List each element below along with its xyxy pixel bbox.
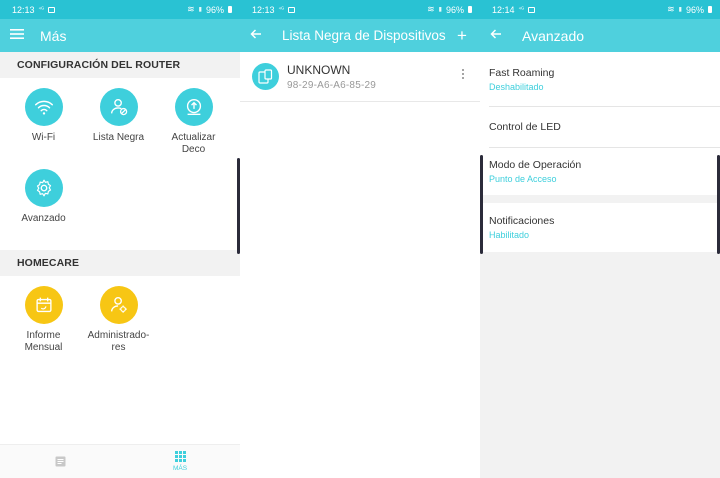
wifi-signal-icon: ≋ (667, 4, 675, 14)
update-deco-label: Actualizar Deco (171, 132, 216, 155)
device-name: UNKNOWN (287, 63, 351, 77)
setting-value: Deshabilitado (489, 81, 544, 92)
device-icon (252, 63, 279, 90)
settings-list: Fast Roaming Deshabilitado Control de LE… (480, 52, 720, 478)
status-bar: 12:13 ⁴ᴳ ≋ ▮ 96% (240, 0, 480, 19)
wifi-label: Wi-Fi (31, 132, 56, 143)
page-title: Avanzado (522, 27, 585, 44)
setting-value: Habilitado (489, 230, 530, 240)
nav-more[interactable]: MÁS (120, 445, 240, 478)
list-item[interactable]: UNKNOWN 98-29-A6-A6-85-29 (240, 52, 480, 102)
nav-more-label: MÁS (172, 465, 188, 472)
app-bar: Avanzado (480, 19, 720, 52)
section-router-config-header: CONFIGURACIÓN DEL ROUTER (0, 52, 240, 78)
signal-icon: ▮ (438, 7, 442, 13)
blacklist-label: Lista Negra (92, 132, 145, 143)
battery-icon (468, 6, 472, 13)
battery-percent: 96% (445, 4, 464, 15)
administrators-label: Administrado-res (87, 330, 150, 353)
setting-title: Notificaciones (489, 215, 555, 227)
image-notification-icon (528, 6, 536, 13)
blacklist-button[interactable]: Lista Negra (81, 88, 156, 165)
update-deco-button[interactable]: Actualizar Deco (156, 88, 231, 165)
calendar-report-icon (24, 286, 63, 324)
homecare-grid: Informe Mensual Administrado-res (0, 276, 240, 376)
gear-icon (24, 169, 63, 207)
app-bar: Lista Negra de Dispositivos + (240, 19, 480, 52)
status-bar: 12:14 ⁴ᴳ ≋ ▮ 96% (480, 0, 720, 19)
setting-title: Fast Roaming (489, 66, 555, 79)
status-bar: 12:13 ⁴ᴳ ≋ ▮ 96% (0, 0, 240, 19)
setting-value: Punto de Acceso (489, 174, 557, 184)
battery-icon (708, 6, 712, 13)
advanced-label: Avanzado (21, 213, 66, 224)
grid-icon (174, 451, 186, 462)
wifi-signal-icon: ≋ (187, 4, 195, 14)
panel-advanced: 12:14 ⁴ᴳ ≋ ▮ 96% Avanzado Fast Roaming D… (480, 0, 720, 478)
user-block-icon (99, 88, 138, 126)
user-admin-icon (99, 286, 138, 324)
administrators-button[interactable]: Administrado-res (81, 286, 156, 376)
battery-icon (228, 6, 232, 13)
setting-title: Modo de Operación (489, 159, 582, 171)
status-time: 12:14 (492, 4, 515, 15)
wifi-signal-icon: ≋ (427, 4, 435, 14)
menu-icon[interactable] (10, 28, 32, 43)
page-title: Más (40, 27, 67, 44)
nav-overview[interactable] (0, 445, 120, 478)
advanced-button[interactable]: Avanzado (6, 169, 81, 246)
notification-icon: ⁴ᴳ (518, 6, 525, 13)
scroll-indicator (480, 155, 483, 254)
app-bar: Más (0, 19, 240, 52)
firmware-update-icon (174, 88, 213, 126)
image-notification-icon (288, 6, 296, 13)
signal-icon: ▮ (198, 7, 202, 13)
panel-blacklist: 12:13 ⁴ᴳ ≋ ▮ 96% Lista Negra de Disposit… (240, 0, 480, 478)
setting-led-control[interactable]: Control de LED (480, 107, 720, 147)
monthly-report-label: Informe Mensual (24, 330, 63, 353)
setting-title: Control de LED (489, 121, 561, 133)
setting-fast-roaming[interactable]: Fast Roaming Deshabilitado (480, 52, 720, 106)
back-arrow-icon[interactable] (490, 28, 512, 43)
back-arrow-icon[interactable] (250, 28, 272, 43)
signal-icon: ▮ (678, 7, 682, 13)
wifi-button[interactable]: Wi-Fi (6, 88, 81, 165)
device-mac: 98-29-A6-A6-85-29 (287, 80, 377, 91)
status-time: 12:13 (252, 4, 275, 15)
setting-notifications[interactable]: Notificaciones Habilitado (480, 203, 720, 252)
section-homecare-header: HOMECARE (0, 250, 240, 276)
status-time: 12:13 (12, 4, 35, 15)
document-icon (55, 456, 65, 467)
setting-operation-mode[interactable]: Modo de Operación Punto de Acceso (480, 148, 720, 195)
page-title: Lista Negra de Dispositivos (282, 28, 446, 43)
wifi-icon (24, 88, 63, 126)
notification-icon: ⁴ᴳ (38, 6, 45, 13)
image-notification-icon (48, 6, 56, 13)
monthly-report-button[interactable]: Informe Mensual (6, 286, 81, 376)
notification-icon: ⁴ᴳ (278, 6, 285, 13)
more-options-icon[interactable] (458, 63, 468, 101)
battery-percent: 96% (205, 4, 224, 15)
router-config-grid: Wi-Fi Lista Negra Actualizar Deco Avanza… (0, 78, 240, 250)
battery-percent: 96% (685, 4, 704, 15)
panel-more: 12:13 ⁴ᴳ ≋ ▮ 96% Más CONFIGURACIÓN DEL R… (0, 0, 240, 478)
bottom-navigation: MÁS (0, 444, 240, 478)
add-icon[interactable]: + (454, 26, 470, 46)
